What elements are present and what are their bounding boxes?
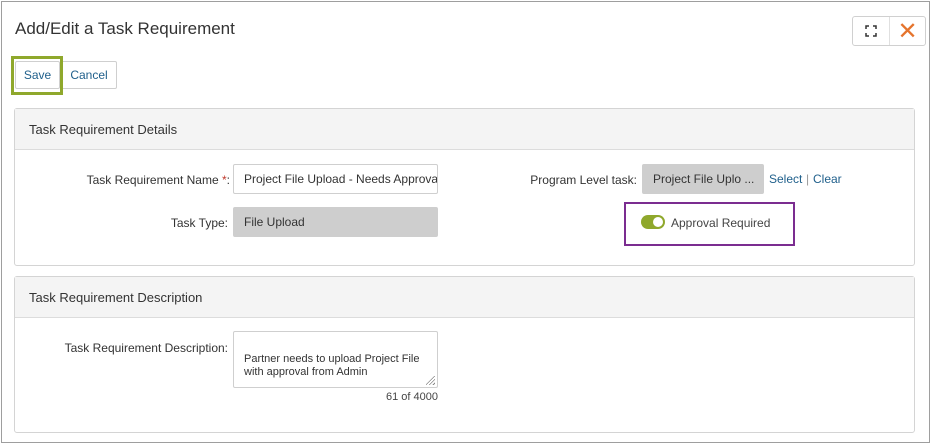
approval-required-toggle[interactable] [641, 215, 665, 229]
task-type-label: Task Type: [170, 216, 228, 230]
description-panel-header: Task Requirement Description [15, 277, 914, 318]
save-button[interactable]: Save [15, 61, 60, 89]
expand-icon [865, 25, 877, 37]
link-separator: | [806, 172, 810, 186]
details-panel: Task Requirement Details [14, 108, 915, 266]
character-counter: 61 of 4000 [386, 391, 438, 403]
task-name-label-text: Task Requirement Name [86, 173, 219, 187]
toggle-knob [653, 217, 663, 227]
task-name-input[interactable]: Project File Upload - Needs Approval [233, 164, 438, 194]
clear-link[interactable]: Clear [813, 172, 842, 186]
select-link[interactable]: Select [769, 172, 802, 186]
maximize-button[interactable] [853, 17, 889, 45]
approval-required-label: Approval Required [671, 216, 771, 230]
cancel-button[interactable]: Cancel [61, 61, 117, 89]
window-controls: ✕ [852, 16, 926, 46]
dialog-title: Add/Edit a Task Requirement [15, 19, 235, 38]
description-text: Partner needs to upload Project File wit… [244, 353, 420, 378]
resize-grip-icon[interactable] [426, 376, 435, 385]
task-name-label-colon: : [226, 173, 230, 187]
task-name-label: Task Requirement Name *: [60, 173, 230, 187]
task-type-field: File Upload [233, 207, 438, 237]
program-task-field: Project File Uplo ... [642, 164, 764, 194]
description-label: Task Requirement Description: [64, 341, 228, 355]
close-icon: ✕ [897, 17, 918, 45]
program-task-label: Program Level task: [530, 173, 637, 187]
details-panel-header: Task Requirement Details [15, 109, 914, 150]
description-textarea[interactable]: Partner needs to upload Project File wit… [233, 331, 438, 388]
close-button[interactable]: ✕ [888, 17, 925, 45]
